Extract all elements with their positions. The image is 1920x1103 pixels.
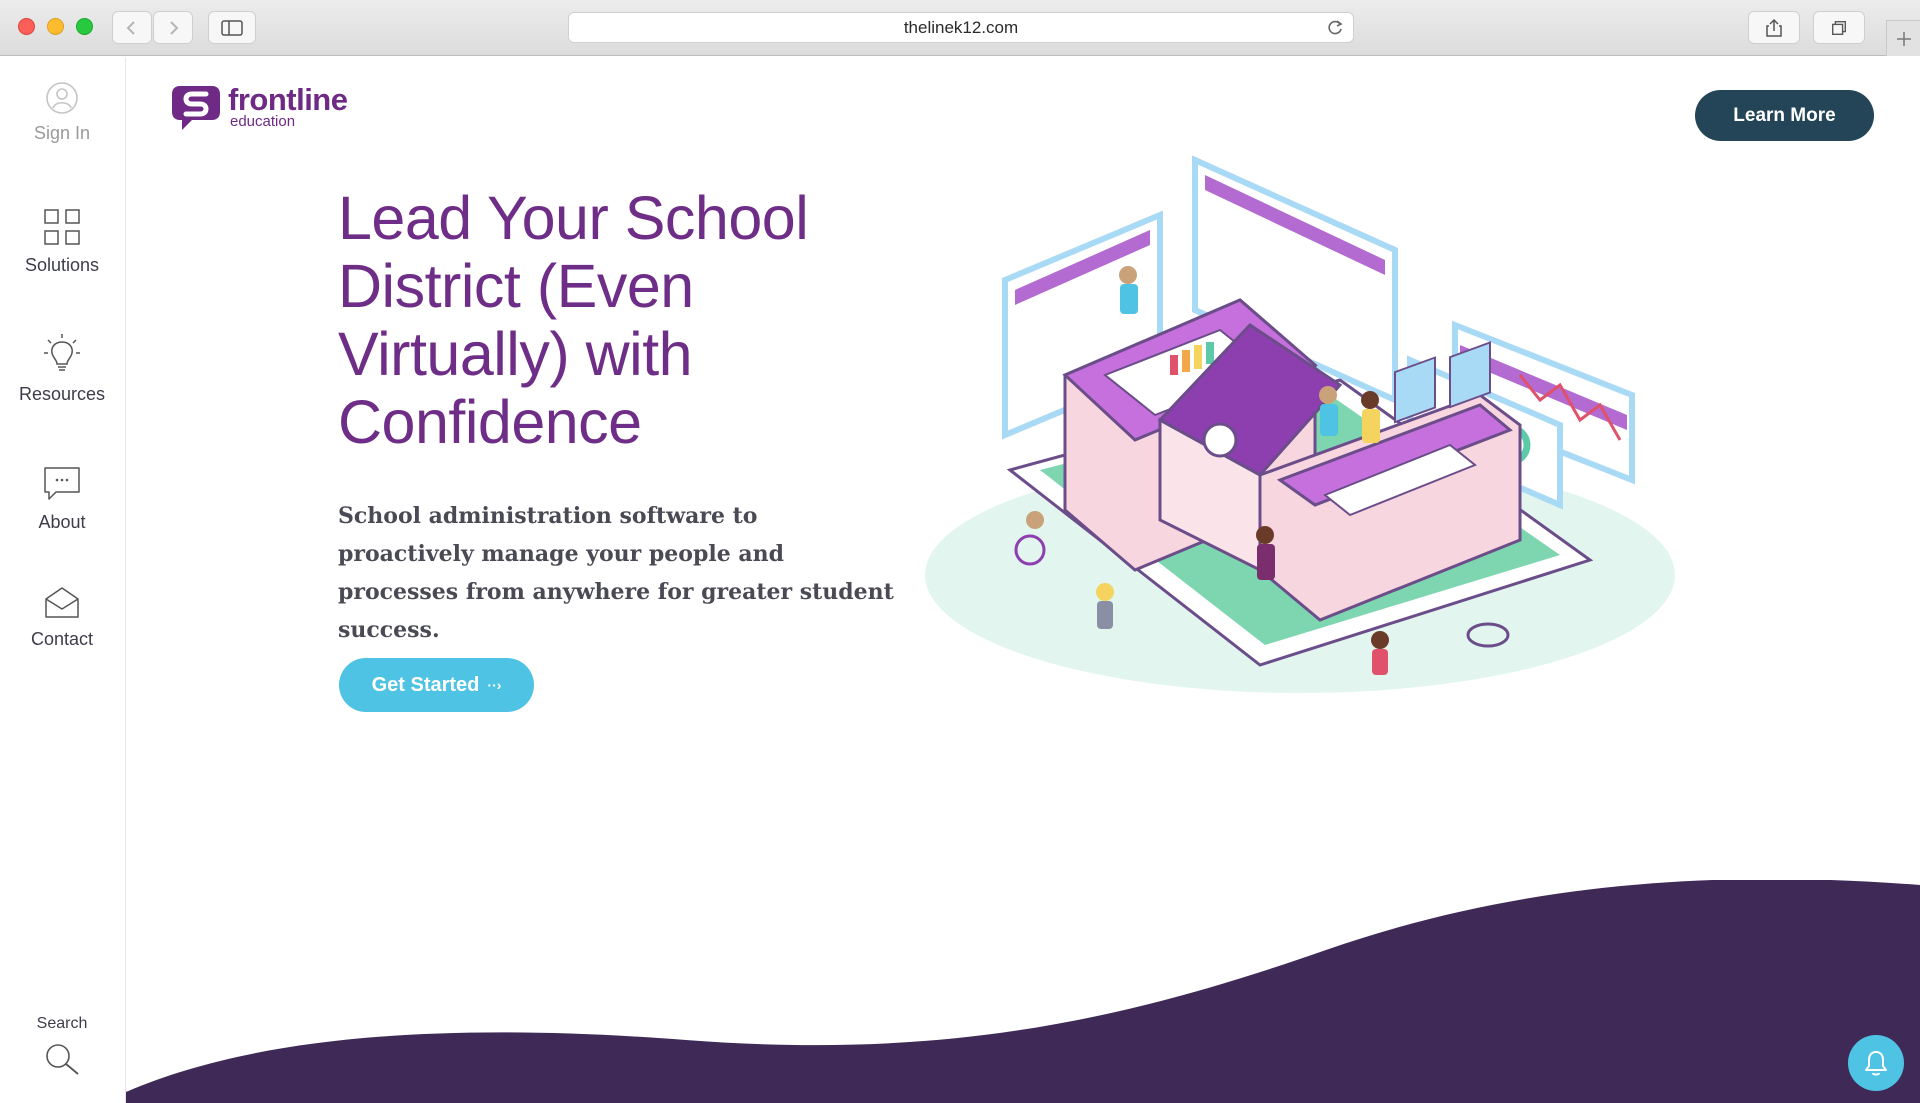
chevron-right-icon — [170, 20, 179, 35]
notifications-button[interactable] — [1848, 1035, 1904, 1091]
school-illustration — [925, 155, 1675, 693]
left-sidebar: Sign In Solutions Resources About Contac… — [0, 57, 126, 1103]
minimize-window-button[interactable] — [47, 18, 64, 35]
clock-icon — [1202, 422, 1238, 458]
bar-2 — [1182, 350, 1190, 372]
sidebar-item-solutions[interactable]: Solutions — [0, 207, 124, 276]
bell-icon — [1865, 1051, 1887, 1076]
chat-bubble-icon — [44, 467, 80, 500]
person-child-head — [1096, 583, 1114, 601]
hero-headline: Lead Your School District (Even Virtuall… — [338, 184, 809, 456]
share-button[interactable] — [1748, 11, 1800, 44]
envelope-icon — [45, 587, 79, 618]
person-1-body — [1320, 404, 1338, 436]
forward-button[interactable] — [153, 11, 193, 44]
tabs-overview-button[interactable] — [1813, 11, 1865, 44]
address-bar[interactable]: thelinek12.com — [568, 12, 1354, 43]
close-window-button[interactable] — [18, 18, 35, 35]
url-text: thelinek12.com — [903, 17, 1019, 37]
reload-icon[interactable] — [1325, 18, 1345, 38]
person-teacher-head — [1119, 266, 1137, 284]
footer-wave — [126, 880, 1920, 1103]
plus-icon — [1896, 31, 1911, 46]
sidebar-item-label: Solutions — [24, 255, 100, 275]
hero-subtext: School administration software to proact… — [338, 503, 894, 643]
bar-3 — [1194, 345, 1202, 369]
sidebar-item-label: About — [38, 512, 86, 532]
sidebar-item-resources[interactable]: Resources — [0, 332, 124, 405]
user-circle-icon — [46, 82, 78, 114]
sidebar-search[interactable]: Search — [0, 1015, 124, 1085]
sidebar-item-contact[interactable]: Contact — [0, 585, 124, 650]
sidebar-item-sign-in[interactable]: Sign In — [0, 81, 124, 144]
back-button[interactable] — [112, 11, 152, 44]
frontline-logo-mark-icon — [172, 86, 220, 130]
person-1-head — [1319, 386, 1337, 404]
person-child-body — [1097, 601, 1113, 629]
search-label: Search — [36, 1015, 88, 1032]
person-3-head — [1256, 526, 1274, 544]
bar-1 — [1170, 355, 1178, 375]
learn-more-button[interactable]: Learn More — [1695, 90, 1874, 141]
grid-icon — [44, 209, 80, 245]
sidebar-item-label: Sign In — [33, 123, 91, 143]
arrow-right-icon: ··› — [487, 677, 502, 693]
frontline-logo[interactable]: frontline education — [170, 82, 360, 134]
person-2-body — [1362, 409, 1380, 443]
get-started-label: Get Started — [371, 673, 480, 696]
zoom-window-button[interactable] — [76, 18, 93, 35]
get-started-button[interactable]: Get Started ··› — [339, 658, 534, 712]
chevron-left-icon — [126, 20, 135, 35]
person-wheelchair-head — [1026, 511, 1044, 529]
new-tab-button[interactable] — [1886, 20, 1920, 56]
tabs-icon — [1832, 20, 1846, 35]
sidebar-toggle-button[interactable] — [208, 11, 256, 44]
browser-toolbar: thelinek12.com — [0, 0, 1920, 56]
sidebar-item-label: Resources — [18, 384, 106, 404]
search-icon — [46, 1044, 79, 1075]
person-2-head — [1361, 391, 1379, 409]
sidebar-item-about[interactable]: About — [0, 464, 124, 533]
bar-4 — [1206, 342, 1214, 364]
person-teacher-body — [1120, 284, 1138, 314]
person-reader-head — [1371, 631, 1389, 649]
sidebar-item-label: Contact — [30, 629, 94, 649]
lightbulb-icon — [44, 334, 80, 371]
share-icon — [1766, 18, 1782, 37]
sidebar-icon — [221, 19, 243, 36]
person-reader-body — [1372, 649, 1388, 675]
brand-sub: education — [230, 113, 296, 130]
person-3-body — [1257, 544, 1275, 580]
